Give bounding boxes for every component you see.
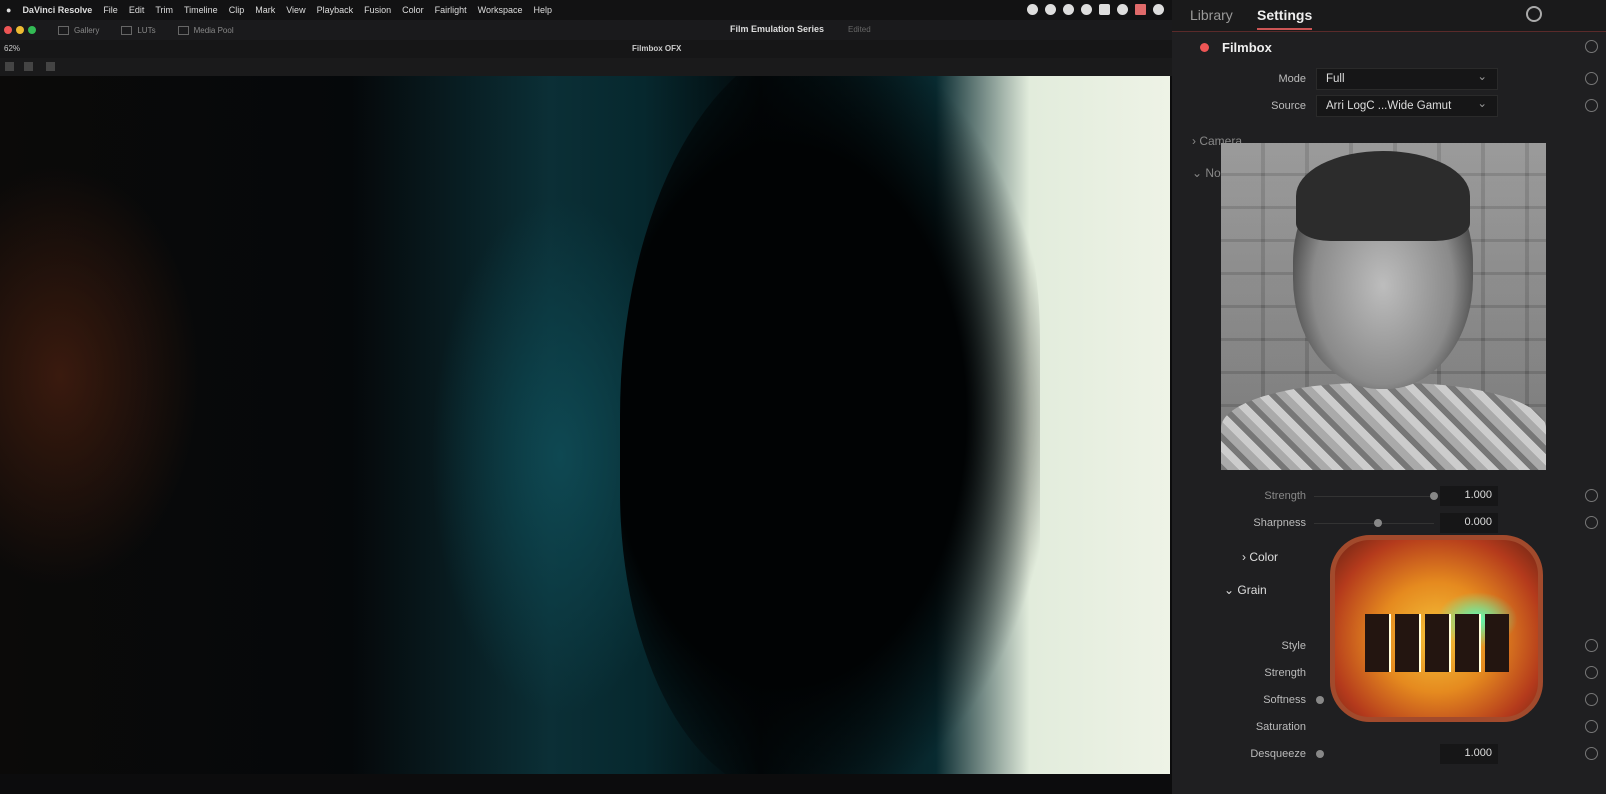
menu-color[interactable]: Color: [402, 5, 424, 15]
viewer-image: [620, 76, 1040, 774]
desqueeze-value[interactable]: 1.000: [1440, 744, 1498, 764]
tray-icon[interactable]: [1027, 4, 1038, 15]
tab-library[interactable]: Library: [1190, 7, 1233, 23]
reset-icon[interactable]: [1585, 666, 1598, 679]
menu-edit[interactable]: Edit: [129, 5, 145, 15]
filmbox-logo: [1330, 535, 1543, 722]
source-select[interactable]: Arri LogC ...Wide Gamut: [1316, 95, 1498, 117]
apple-icon[interactable]: ●: [6, 5, 11, 15]
gallery-icon: [58, 25, 69, 35]
reset-icon[interactable]: [1585, 489, 1598, 502]
strength-value[interactable]: 1.000: [1440, 486, 1498, 506]
menu-bar: ● DaVinci Resolve File Edit Trim Timelin…: [0, 0, 1172, 20]
menu-app[interactable]: DaVinci Resolve: [22, 5, 92, 15]
media-pool-icon: [177, 25, 189, 35]
tray-icon[interactable]: [1135, 4, 1146, 15]
style-label: Style: [1281, 640, 1306, 652]
maximize-window-button[interactable]: [28, 26, 36, 34]
reset-icon[interactable]: [1585, 40, 1598, 53]
menu-file[interactable]: File: [103, 5, 118, 15]
reset-icon[interactable]: [1585, 693, 1598, 706]
slider-knob[interactable]: [1316, 696, 1324, 704]
slider-knob[interactable]: [1374, 519, 1382, 527]
gallery-label: Gallery: [74, 25, 100, 35]
strength-slider[interactable]: [1314, 496, 1434, 497]
viewer-header: 62% Filmbox OFX: [0, 40, 1172, 58]
reset-icon[interactable]: [1585, 72, 1598, 85]
menu-fusion[interactable]: Fusion: [364, 5, 391, 15]
menu-playback[interactable]: Playback: [317, 5, 354, 15]
reset-icon[interactable]: [1585, 516, 1598, 529]
mode-row: Mode Full: [1172, 68, 1606, 92]
slider-knob[interactable]: [1430, 492, 1438, 500]
mode-label: Mode: [1278, 73, 1306, 85]
tray-icon[interactable]: [1099, 4, 1110, 15]
menu-view[interactable]: View: [286, 5, 305, 15]
source-label: Source: [1271, 100, 1306, 112]
tray-icon[interactable]: [1153, 4, 1164, 15]
section-label: No: [1205, 166, 1221, 180]
strength-label: Strength: [1264, 490, 1306, 502]
slider-knob[interactable]: [1316, 750, 1324, 758]
plugin-title: Filmbox: [1222, 40, 1272, 55]
luts-icon: [121, 25, 133, 35]
sharpness-value[interactable]: 0.000: [1440, 513, 1498, 533]
source-row: Source Arri LogC ...Wide Gamut: [1172, 95, 1606, 119]
menu-workspace[interactable]: Workspace: [478, 5, 523, 15]
video-viewer[interactable]: [0, 76, 1170, 774]
section-grain[interactable]: ⌄ Grain: [1224, 583, 1267, 597]
menu-timeline[interactable]: Timeline: [184, 5, 218, 15]
reset-icon[interactable]: [1585, 639, 1598, 652]
luts-button[interactable]: LUTs: [121, 25, 156, 35]
plugin-enable-toggle[interactable]: [1200, 43, 1209, 52]
media-pool-label: Media Pool: [193, 25, 234, 35]
reset-icon[interactable]: [1585, 747, 1598, 760]
section-collapsed[interactable]: ⌄ No: [1192, 166, 1221, 180]
project-status: Edited: [848, 25, 871, 34]
menu-fairlight[interactable]: Fairlight: [435, 5, 467, 15]
grain-row: Desqueeze 1.000: [1172, 743, 1606, 767]
tool-icon[interactable]: [46, 62, 55, 71]
viewer-tools: [0, 58, 1172, 76]
reset-icon[interactable]: [1585, 99, 1598, 112]
panel-tabs: Library Settings: [1172, 0, 1606, 32]
menu-clip[interactable]: Clip: [229, 5, 245, 15]
toolbar: Gallery LUTs Media Pool: [0, 20, 1172, 40]
zoom-dropdown[interactable]: 62%: [4, 44, 20, 53]
tray-icon[interactable]: [1117, 4, 1128, 15]
menu-trim[interactable]: Trim: [155, 5, 173, 15]
tool-icon[interactable]: [24, 62, 33, 71]
clip-dropdown[interactable]: Filmbox OFX: [632, 44, 681, 53]
menu-mark[interactable]: Mark: [255, 5, 275, 15]
grain-label: Grain: [1237, 583, 1267, 597]
param-row: Sharpness 0.000: [1172, 512, 1606, 536]
tab-settings[interactable]: Settings: [1257, 7, 1313, 30]
minimize-window-button[interactable]: [16, 26, 24, 34]
tray-icon[interactable]: [1063, 4, 1074, 15]
saturation-label: Saturation: [1255, 721, 1306, 733]
mode-select[interactable]: Full: [1316, 68, 1498, 90]
search-icon[interactable]: [1526, 6, 1542, 22]
luts-label: LUTs: [137, 25, 156, 35]
grain-strength-label: Strength: [1264, 667, 1306, 679]
project-title[interactable]: Film Emulation Series: [730, 24, 824, 34]
tool-icon[interactable]: [5, 62, 14, 71]
tray-icon[interactable]: [1081, 4, 1092, 15]
presenter-photo: [1221, 143, 1546, 470]
desqueeze-label: Desqueeze: [1250, 748, 1306, 760]
softness-label: Softness: [1263, 694, 1306, 706]
media-pool-button[interactable]: Media Pool: [177, 25, 234, 35]
menu-help[interactable]: Help: [534, 5, 553, 15]
system-tray: [1027, 4, 1164, 15]
reset-icon[interactable]: [1585, 720, 1598, 733]
param-row: Strength 1.000: [1172, 485, 1606, 509]
close-window-button[interactable]: [4, 26, 12, 34]
sharpness-label: Sharpness: [1253, 517, 1306, 529]
gallery-button[interactable]: Gallery: [58, 25, 100, 35]
section-color[interactable]: › Color: [1242, 550, 1278, 564]
color-label: Color: [1249, 550, 1279, 564]
tray-icon[interactable]: [1045, 4, 1056, 15]
